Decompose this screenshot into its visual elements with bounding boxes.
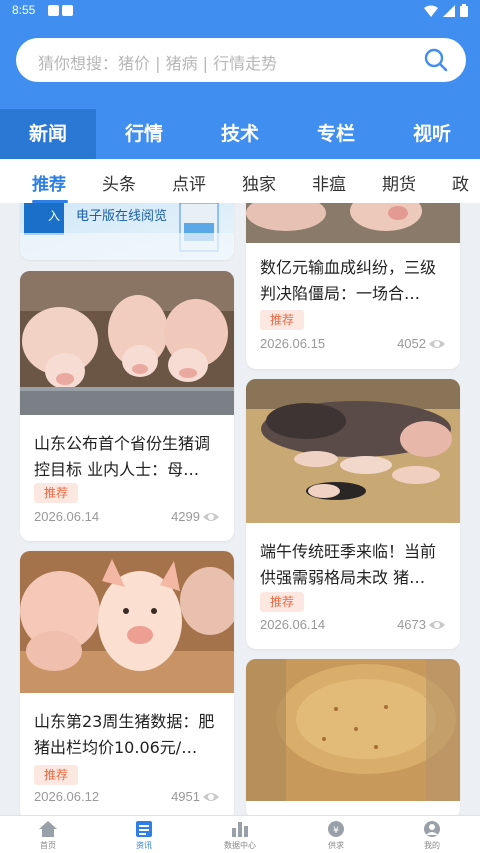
search-placeholder: 猜你想搜：猪价 | 猪病 | 行情走势	[38, 54, 278, 73]
subtab-policy[interactable]: 政	[452, 170, 469, 195]
notification-icon	[62, 5, 73, 16]
nav-label: 供求	[328, 841, 344, 850]
tab-technology[interactable]: 技术	[192, 109, 288, 159]
recommend-tag: 推荐	[34, 483, 79, 503]
subtab-review[interactable]: 点评	[172, 170, 206, 195]
news-image-sow-piglets	[246, 379, 460, 523]
recommend-tag: 推荐	[260, 592, 305, 612]
eye-icon	[429, 621, 445, 629]
wifi-icon	[424, 5, 438, 17]
news-image-feed-pellets	[246, 659, 460, 801]
news-card[interactable]: 山东第23周生猪数据：肥猪出栏均价10.06元/… 推荐 2026.06.12 …	[20, 551, 234, 815]
view-count: 4673	[397, 617, 426, 632]
news-card[interactable]: 山东公布首个省份生猪调控目标 业内人士：母… 推荐 2026.06.14 429…	[20, 271, 234, 541]
status-time: 8:55	[12, 3, 36, 17]
nav-home[interactable]: 首页	[0, 816, 96, 853]
subtab-exclusive[interactable]: 独家	[242, 170, 276, 195]
chart-icon	[232, 822, 248, 837]
subtab-headline[interactable]: 头条	[102, 170, 136, 195]
subtab-asf[interactable]: 非瘟	[312, 170, 346, 195]
news-title: 山东第23周生猪数据：肥猪出栏均价10.06元/…	[34, 712, 215, 757]
news-title: 端午传统旺季来临！当前供强需弱格局未改 猪…	[260, 542, 437, 587]
view-count: 4052	[397, 336, 426, 351]
user-icon	[424, 821, 440, 837]
news-title: 山东公布首个省份生猪调控目标 业内人士：母…	[34, 434, 211, 479]
news-date: 2026.06.15	[260, 336, 326, 351]
home-icon	[39, 821, 57, 837]
banner-card[interactable]: 入 电子版在线阅览	[20, 203, 234, 260]
news-image-pigs	[246, 203, 460, 243]
supply-icon: ¥	[328, 821, 344, 837]
tab-video[interactable]: 视听	[384, 109, 480, 159]
nav-supply[interactable]: ¥ 供求	[288, 816, 384, 853]
eye-icon	[203, 793, 219, 801]
view-count: 4951	[171, 789, 200, 804]
tab-news[interactable]: 新闻	[0, 109, 96, 165]
banner-prefix: 入	[48, 209, 61, 223]
news-card[interactable]: 端午传统旺季来临！当前供强需弱格局未改 猪… 推荐 2026.06.14 467…	[246, 379, 460, 649]
tab-market[interactable]: 行情	[96, 109, 192, 159]
news-date: 2026.06.14	[260, 617, 326, 632]
subtab-futures[interactable]: 期货	[382, 170, 416, 195]
news-image-piglets	[20, 551, 234, 693]
news-feed: 入 电子版在线阅览 山东公布首个省份生猪调控目标 业内人士：母… 推荐 2026…	[0, 203, 480, 815]
nav-label: 数据中心	[224, 841, 256, 850]
header: 8:55 猜你想搜：猪价 | 猪病 | 行情走势 新闻 行情 技术 专栏 视听	[0, 0, 480, 165]
main-tabs: 新闻 行情 技术 专栏 视听	[0, 109, 480, 165]
recommend-tag: 推荐	[34, 765, 79, 785]
news-card[interactable]	[246, 659, 460, 815]
news-image-pigs-pen	[20, 271, 234, 415]
view-count: 4299	[171, 509, 200, 524]
status-bar: 8:55	[0, 0, 480, 22]
news-date: 2026.06.12	[34, 789, 100, 804]
svg-text:¥: ¥	[333, 826, 339, 836]
search-icon[interactable]	[424, 48, 448, 72]
eye-icon	[203, 513, 219, 521]
status-icons	[424, 4, 468, 17]
bottom-navigation: 首页 资讯 数据中心 ¥ 供求 我的	[0, 815, 480, 853]
news-card[interactable]: 数亿元输血成纠纷，三级判决陷僵局：一场合… 推荐 2026.06.15 4052	[246, 203, 460, 369]
eye-icon	[429, 340, 445, 348]
banner-text: 电子版在线阅览	[76, 209, 168, 224]
news-title: 数亿元输血成纠纷，三级判决陷僵局：一场合…	[260, 258, 437, 303]
nav-label: 资讯	[136, 841, 152, 850]
news-date: 2026.06.14	[34, 509, 100, 524]
signal-icon	[443, 4, 455, 17]
nav-label: 首页	[40, 841, 56, 850]
recommend-tag: 推荐	[260, 310, 305, 330]
nav-label: 我的	[424, 841, 440, 850]
subtab-recommend[interactable]: 推荐	[32, 170, 66, 195]
search-bar[interactable]: 猜你想搜：猪价 | 猪病 | 行情走势	[16, 38, 466, 82]
news-icon	[136, 821, 152, 837]
sub-tabs: 推荐 头条 点评 独家 非瘟 期货 政	[0, 159, 480, 203]
tab-column[interactable]: 专栏	[288, 109, 384, 159]
battery-icon	[460, 4, 468, 17]
nav-data-center[interactable]: 数据中心	[192, 816, 288, 853]
notification-icon	[48, 5, 59, 16]
nav-news[interactable]: 资讯	[96, 816, 192, 853]
nav-mine[interactable]: 我的	[384, 816, 480, 853]
